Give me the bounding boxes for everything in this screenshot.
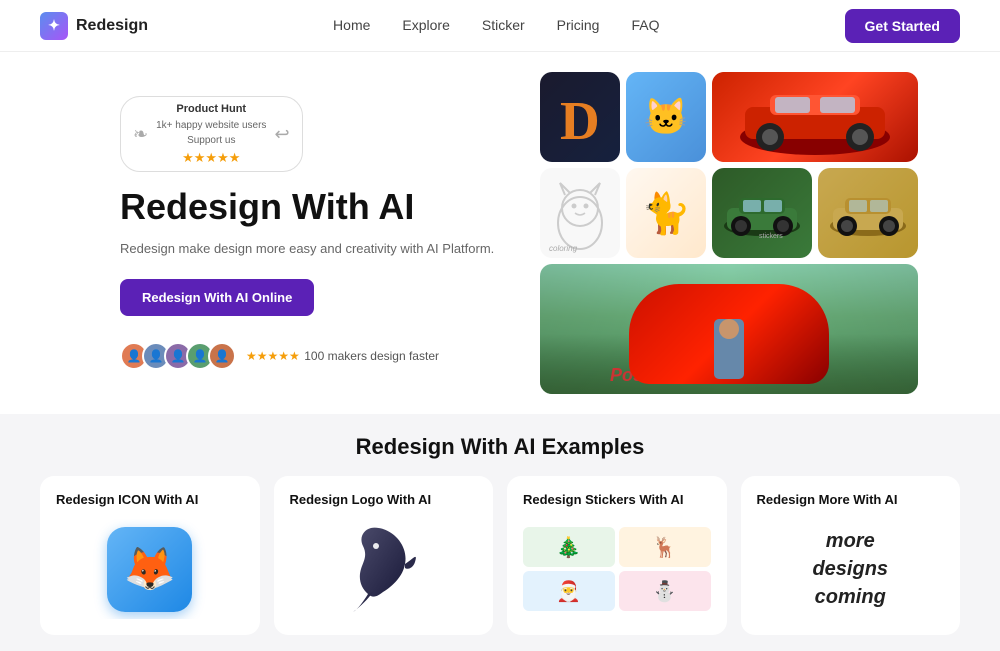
- hero-left: ❧ Product Hunt 1k+ happy website users S…: [120, 96, 500, 370]
- img-cat-drawing: coloring pages: [540, 168, 620, 258]
- hero-cta-button[interactable]: Redesign With AI Online: [120, 279, 314, 316]
- sticker-card-title: Redesign Stickers With AI: [523, 492, 684, 507]
- laurel-left-icon: ❧: [133, 124, 148, 145]
- logo-card-image: [290, 519, 478, 619]
- more-card[interactable]: Redesign More With AI moredesignscoming: [741, 476, 961, 635]
- icon-card[interactable]: Redesign ICON With AI 🦊: [40, 476, 260, 635]
- nav-links: Home Explore Sticker Pricing FAQ: [333, 17, 659, 35]
- nav-explore[interactable]: Explore: [402, 17, 449, 33]
- logo-card-title: Redesign Logo With AI: [290, 492, 432, 507]
- hero-image-grid: D 🐱: [540, 72, 910, 394]
- hero-subtitle: Redesign make design more easy and creat…: [120, 239, 500, 259]
- img-d-logo: D: [540, 72, 620, 162]
- sticker-4: ⛄: [619, 571, 711, 611]
- nav-pricing[interactable]: Pricing: [557, 17, 600, 33]
- nav-sticker[interactable]: Sticker: [482, 17, 525, 33]
- proof-stars: ★★★★★: [246, 349, 300, 363]
- img-classic-car-green: stickers: [712, 168, 812, 258]
- icon-card-image: 🦊: [56, 519, 244, 619]
- sticker-card[interactable]: Redesign Stickers With AI 🎄 🦌 🎅 ⛄: [507, 476, 727, 635]
- examples-grid: Redesign ICON With AI 🦊 Redesign Logo Wi…: [40, 476, 960, 635]
- avatar-5: 👤: [208, 342, 236, 370]
- get-started-button[interactable]: Get Started: [845, 9, 960, 43]
- svg-text:D: D: [560, 90, 600, 147]
- dolphin-svg: [343, 524, 423, 614]
- ph-text: Product Hunt 1k+ happy website users Sup…: [156, 101, 266, 167]
- img-cat-icon: 🐱: [626, 72, 706, 162]
- examples-section: Redesign With AI Examples Redesign ICON …: [0, 414, 1000, 651]
- product-hunt-badge[interactable]: ❧ Product Hunt 1k+ happy website users S…: [120, 96, 303, 172]
- ph-stars: ★★★★★: [156, 148, 266, 168]
- svg-text:coloring: coloring: [549, 244, 578, 253]
- sticker-card-image: 🎄 🦌 🎅 ⛄: [523, 519, 711, 619]
- examples-title: Redesign With AI Examples: [40, 434, 960, 460]
- proof-text: 100 makers design faster: [304, 349, 439, 363]
- avatars: 👤 👤 👤 👤 👤: [120, 342, 236, 370]
- nav-home[interactable]: Home: [333, 17, 370, 33]
- brand-name: Redesign: [76, 17, 148, 35]
- hero-title: Redesign With AI: [120, 186, 500, 227]
- social-proof: 👤 👤 👤 👤 👤 ★★★★★ 100 makers design faster: [120, 342, 500, 370]
- img-poster: Poster: [540, 264, 918, 394]
- nav-faq[interactable]: FAQ: [631, 17, 659, 33]
- img-red-car: [712, 72, 918, 162]
- more-card-image: moredesignscoming: [757, 519, 945, 619]
- img-classic-car-gold: [818, 168, 918, 258]
- hero-section: ❧ Product Hunt 1k+ happy website users S…: [0, 52, 1000, 414]
- img-orange-cat: 🐈: [626, 168, 706, 258]
- svg-text:stickers: stickers: [759, 233, 783, 238]
- sticker-grid: 🎄 🦌 🎅 ⛄: [523, 527, 711, 611]
- sticker-2: 🦌: [619, 527, 711, 567]
- laurel-right-icon: ↩: [274, 124, 289, 145]
- sticker-3: 🎅: [523, 571, 615, 611]
- navbar: ✦ Redesign Home Explore Sticker Pricing …: [0, 0, 1000, 52]
- brand[interactable]: ✦ Redesign: [40, 12, 148, 40]
- proof-info: ★★★★★ 100 makers design faster: [246, 347, 439, 365]
- more-card-title: Redesign More With AI: [757, 492, 898, 507]
- logo-card[interactable]: Redesign Logo With AI: [274, 476, 494, 635]
- icon-card-title: Redesign ICON With AI: [56, 492, 198, 507]
- ph-support: Support us: [156, 133, 266, 148]
- more-designs-text: moredesignscoming: [804, 519, 896, 619]
- sticker-1: 🎄: [523, 527, 615, 567]
- brand-icon: ✦: [40, 12, 68, 40]
- ph-platform: Product Hunt: [156, 101, 266, 118]
- ph-users: 1k+ happy website users: [156, 118, 266, 133]
